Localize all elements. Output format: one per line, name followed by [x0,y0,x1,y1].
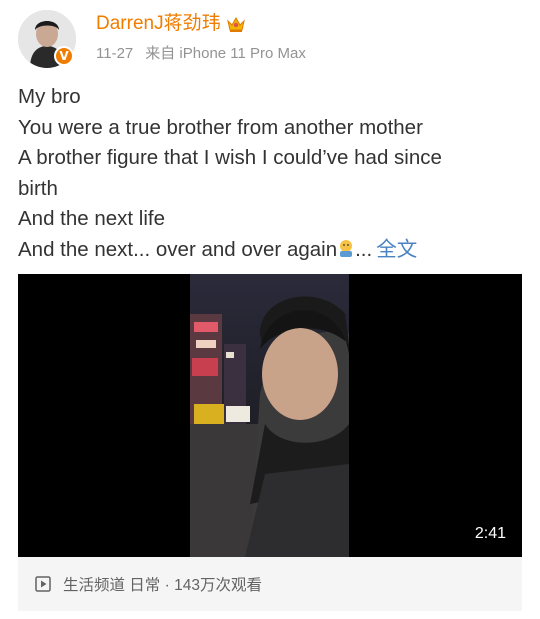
post-line: And the next... over and over again [18,237,338,261]
post-line-last: And the next... over and over again ... 全… [18,235,528,266]
username[interactable]: DarrenJ蒋劲玮 [96,12,246,36]
post-source: 来自 iPhone 11 Pro Max [145,45,306,62]
video-player[interactable]: 2:41 [18,274,522,557]
post-line: birth [18,176,58,200]
post-line: And the next life [18,207,166,230]
post-line: A brother figure that I wish I could’ve … [18,146,442,169]
video-footer-text: 生活频道 日常 · 143万次观看 [63,577,262,594]
post-date: 11-27 [96,45,134,62]
video-footer[interactable]: 生活频道 日常 · 143万次观看 [18,557,522,611]
crown-icon [226,16,245,32]
video-thumbnail [190,274,349,557]
post-meta: 11-27 来自 iPhone 11 Pro Max [96,44,306,64]
post-text: My bro You were a true brother from anot… [18,82,528,265]
verified-badge-icon: V [54,46,74,66]
username-text[interactable]: DarrenJ蒋劲玮 [96,12,221,36]
full-text-link[interactable]: 全文 [376,238,417,261]
ellipsis: ... [355,237,373,261]
post-line: My bro [18,85,81,108]
post-line: You were a true brother from another mot… [18,115,423,139]
hugging-emoji-icon [340,239,353,257]
video-play-icon [35,576,51,592]
video-duration: 2:41 [474,525,506,542]
